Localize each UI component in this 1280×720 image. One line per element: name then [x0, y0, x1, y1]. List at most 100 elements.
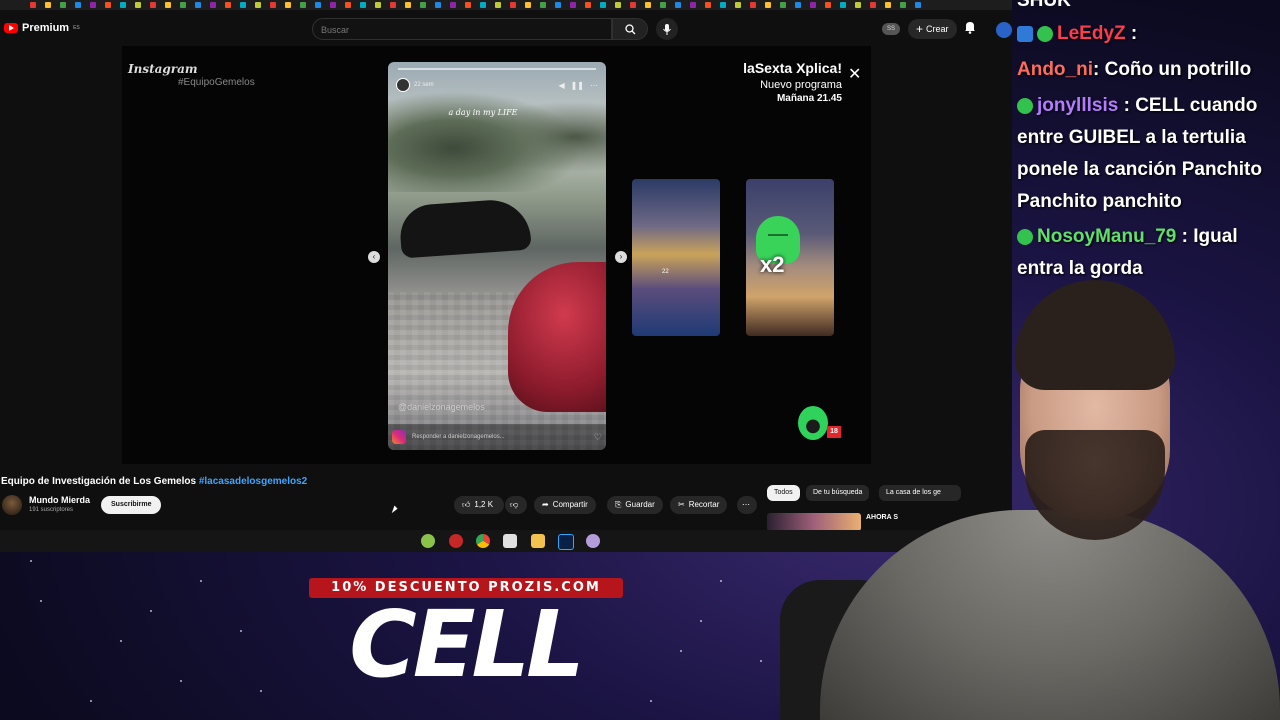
tab-favicon[interactable] — [600, 2, 606, 8]
pause-icon[interactable]: ❚❚ — [571, 81, 584, 90]
tab-favicon[interactable] — [30, 2, 36, 8]
share-button[interactable]: ➦ Compartir — [534, 496, 596, 514]
tab-favicon[interactable] — [615, 2, 621, 8]
tab-favicon[interactable] — [630, 2, 636, 8]
story-thumbnail-1[interactable]: 22 — [632, 179, 720, 336]
tab-favicon[interactable] — [795, 2, 801, 8]
logo-text: Premium — [22, 22, 70, 34]
folder-icon[interactable] — [531, 534, 545, 548]
chat-message: NosoyManu_79 : Igual entra la gorda — [1017, 221, 1280, 285]
tab-favicon[interactable] — [585, 2, 591, 8]
tab-favicon[interactable] — [105, 2, 111, 8]
tab-favicon[interactable] — [690, 2, 696, 8]
tab-favicon[interactable] — [60, 2, 66, 8]
search-button[interactable] — [612, 18, 648, 40]
tab-favicon[interactable] — [870, 2, 876, 8]
app-icon-red[interactable] — [449, 534, 463, 548]
app-icon-purple[interactable] — [586, 534, 600, 548]
tab-favicon[interactable] — [480, 2, 486, 8]
dislike-button[interactable]: 👎︎ — [505, 496, 527, 514]
tab-favicon[interactable] — [780, 2, 786, 8]
tab-favicon[interactable] — [375, 2, 381, 8]
tab-favicon[interactable] — [720, 2, 726, 8]
tab-favicon[interactable] — [90, 2, 96, 8]
streamer-webcam — [780, 280, 1280, 720]
chip-todos[interactable]: Todos — [767, 485, 800, 501]
tab-favicon[interactable] — [675, 2, 681, 8]
tab-favicon[interactable] — [855, 2, 861, 8]
tab-favicon[interactable] — [345, 2, 351, 8]
tab-favicon[interactable] — [450, 2, 456, 8]
channel-avatar[interactable] — [2, 495, 22, 515]
subscribe-button[interactable]: Suscribirme — [101, 496, 162, 514]
more-actions-button[interactable]: ⋯ — [737, 496, 757, 514]
tab-favicon[interactable] — [915, 2, 921, 8]
streamer-hair — [1015, 280, 1175, 390]
close-icon[interactable]: ✕ — [848, 64, 861, 84]
more-icon[interactable]: ⋯ — [590, 81, 598, 90]
tab-favicon[interactable] — [270, 2, 276, 8]
tab-favicon[interactable] — [180, 2, 186, 8]
mute-icon[interactable]: ◀ — [558, 81, 564, 90]
tab-favicon[interactable] — [810, 2, 816, 8]
tab-favicon[interactable] — [540, 2, 546, 8]
tab-favicon[interactable] — [315, 2, 321, 8]
ss-badge[interactable]: SS — [882, 23, 900, 35]
tab-favicon[interactable] — [330, 2, 336, 8]
tab-favicon[interactable] — [735, 2, 741, 8]
bookmark-icon: ⎘ — [615, 500, 622, 509]
story-next-arrow[interactable]: › — [615, 251, 627, 263]
tab-favicon[interactable] — [45, 2, 51, 8]
tab-favicon[interactable] — [435, 2, 441, 8]
search-input[interactable]: Buscar — [312, 18, 612, 40]
tab-favicon[interactable] — [465, 2, 471, 8]
tab-favicon[interactable] — [765, 2, 771, 8]
clip-button[interactable]: ✂ Recortar — [670, 496, 728, 514]
tab-favicon[interactable] — [225, 2, 231, 8]
tab-favicon[interactable] — [750, 2, 756, 8]
account-avatar[interactable] — [996, 22, 1012, 38]
save-button[interactable]: ⎘ Guardar — [607, 496, 663, 514]
tab-favicon[interactable] — [165, 2, 171, 8]
tab-favicon[interactable] — [300, 2, 306, 8]
like-button[interactable]: 👍︎ 1,2 K — [454, 496, 504, 514]
video-title-hashtag[interactable]: #lacasadelosgemelos2 — [199, 476, 307, 487]
like-count: 1,2 K — [474, 500, 494, 509]
tab-favicon[interactable] — [390, 2, 396, 8]
tab-favicon[interactable] — [840, 2, 846, 8]
tab-favicon[interactable] — [900, 2, 906, 8]
tab-favicon[interactable] — [570, 2, 576, 8]
tab-favicon[interactable] — [705, 2, 711, 8]
tab-favicon[interactable] — [120, 2, 126, 8]
chrome-icon[interactable] — [476, 534, 490, 548]
tab-favicon[interactable] — [285, 2, 291, 8]
youtube-premium-logo[interactable]: Premium ES — [4, 22, 80, 34]
voice-search-button[interactable] — [656, 18, 678, 40]
tab-favicon[interactable] — [255, 2, 261, 8]
tab-favicon[interactable] — [150, 2, 156, 8]
tab-favicon[interactable] — [510, 2, 516, 8]
tab-favicon[interactable] — [210, 2, 216, 8]
browser-tab-strip[interactable] — [0, 0, 1012, 10]
tab-favicon[interactable] — [555, 2, 561, 8]
photoshop-icon[interactable] — [558, 534, 574, 550]
tab-favicon[interactable] — [660, 2, 666, 8]
tab-favicon[interactable] — [645, 2, 651, 8]
tab-favicon[interactable] — [495, 2, 501, 8]
tab-favicon[interactable] — [405, 2, 411, 8]
tab-favicon[interactable] — [360, 2, 366, 8]
tab-favicon[interactable] — [240, 2, 246, 8]
notifications-button[interactable] — [964, 21, 976, 39]
app-icon-green[interactable] — [421, 534, 435, 548]
tab-favicon[interactable] — [420, 2, 426, 8]
tab-favicon[interactable] — [885, 2, 891, 8]
create-button[interactable]: + Crear — [908, 19, 957, 39]
story-prev-arrow[interactable]: ‹ — [368, 251, 380, 263]
tab-favicon[interactable] — [525, 2, 531, 8]
tab-favicon[interactable] — [195, 2, 201, 8]
tab-favicon[interactable] — [825, 2, 831, 8]
channel-name[interactable]: Mundo Mierda — [29, 495, 90, 505]
app-icon-tool[interactable] — [503, 534, 517, 548]
tab-favicon[interactable] — [75, 2, 81, 8]
tab-favicon[interactable] — [135, 2, 141, 8]
